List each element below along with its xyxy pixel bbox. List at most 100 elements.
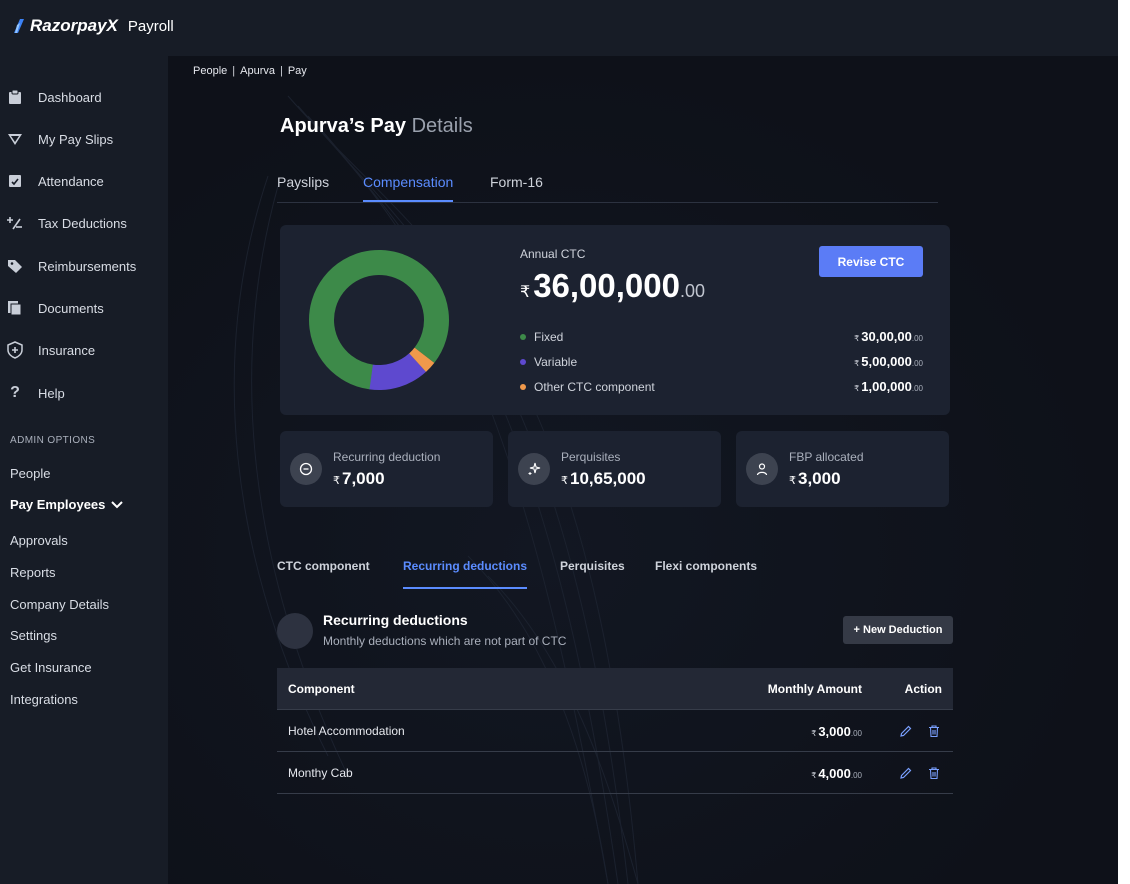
sidebar-item-documents[interactable]: Documents: [0, 293, 168, 323]
breadcrumb-people[interactable]: People: [193, 65, 227, 77]
sidebar-item-label: Tax Deductions: [38, 215, 127, 231]
page-title-strong: Apurva’s Pay: [280, 115, 406, 137]
sidebar-item-label: Insurance: [38, 342, 96, 358]
sidebar-item-label: Attendance: [38, 173, 104, 189]
annual-ctc-card: Annual CTC ₹ 36,00,000 .00 Revise CTC Fi…: [280, 225, 950, 415]
section-title: Recurring deductions: [323, 612, 468, 628]
annual-ctc-decimals: .00: [680, 281, 706, 301]
admin-item-approvals[interactable]: Approvals: [10, 533, 68, 548]
annual-ctc-value: 36,00,000: [533, 267, 680, 304]
stat-fbp-allocated: FBP allocated ₹3,000: [736, 431, 949, 507]
breadcrumb-apurva[interactable]: Apurva: [240, 65, 275, 77]
table-row: Hotel Accommodation ₹3,000.00: [277, 710, 953, 752]
legend-label: Other CTC component: [534, 380, 655, 394]
stat-label: Perquisites: [561, 450, 621, 464]
admin-item-integrations[interactable]: Integrations: [10, 692, 78, 707]
shield-plus-icon: [6, 341, 24, 359]
stat-perquisites: Perquisites ₹10,65,000: [508, 431, 721, 507]
question-icon: ?: [10, 384, 20, 401]
sidebar-item-attendance[interactable]: Attendance: [0, 166, 168, 196]
main-tabs: Payslips Compensation Form-16: [277, 169, 938, 203]
admin-item-reports[interactable]: Reports: [10, 565, 56, 580]
column-monthly-amount: Monthly Amount: [767, 682, 862, 696]
row-component: Hotel Accommodation: [288, 724, 405, 738]
sidebar-item-help[interactable]: ? Help: [0, 378, 168, 408]
sidebar-item-label: Reimbursements: [38, 258, 137, 274]
tab-compensation[interactable]: Compensation: [363, 174, 454, 202]
legend-dot: [520, 334, 526, 340]
sidebar: Dashboard My Pay Slips Attendance Tax De…: [0, 56, 168, 884]
section-avatar: [277, 613, 313, 649]
legend-label: Fixed: [534, 330, 564, 344]
calendar-check-icon: [6, 172, 24, 190]
razorpay-mark-icon: [14, 19, 24, 33]
sidebar-item-label: Help: [38, 385, 65, 401]
legend-value: ₹30,00,00.00: [854, 329, 923, 344]
admin-options-heading: ADMIN OPTIONS: [10, 435, 96, 446]
subtab-flexi-components[interactable]: Flexi components: [655, 559, 757, 587]
clipboard-icon: [6, 88, 24, 106]
page-title: Apurva’s Pay Details: [280, 115, 473, 138]
sidebar-item-insurance[interactable]: Insurance: [0, 335, 168, 365]
sidebar-item-tax-deductions[interactable]: Tax Deductions: [0, 208, 168, 238]
annual-ctc-amount: ₹ 36,00,000 .00: [520, 267, 705, 305]
delete-icon[interactable]: [926, 765, 942, 781]
compensation-subtabs: CTC component Recurring deductions Perqu…: [277, 552, 877, 590]
admin-item-company-details[interactable]: Company Details: [10, 597, 109, 612]
stat-value: ₹10,65,000: [561, 469, 646, 488]
edit-icon[interactable]: [898, 723, 914, 739]
stat-value: ₹7,000: [333, 469, 385, 488]
table-row: Monthy Cab ₹4,000.00: [277, 752, 953, 794]
sidebar-item-label: Documents: [38, 300, 104, 316]
currency-symbol: ₹: [520, 284, 531, 301]
person-icon: [746, 453, 778, 485]
tab-payslips[interactable]: Payslips: [277, 174, 329, 200]
table-header: Component Monthly Amount Action: [277, 668, 953, 710]
column-component: Component: [288, 682, 355, 696]
deductions-table: Component Monthly Amount Action Hotel Ac…: [277, 668, 953, 794]
legend-value: ₹5,00,000.00: [854, 354, 923, 369]
admin-item-settings[interactable]: Settings: [10, 628, 57, 643]
sidebar-item-my-pay-slips[interactable]: My Pay Slips: [0, 124, 168, 154]
stat-value: ₹3,000: [789, 469, 841, 488]
admin-item-people[interactable]: People: [10, 466, 50, 481]
brand-name: RazorpayX: [30, 16, 118, 35]
row-amount: ₹4,000.00: [811, 766, 862, 781]
legend-dot: [520, 359, 526, 365]
delete-icon[interactable]: [926, 723, 942, 739]
admin-item-pay-employees[interactable]: Pay Employees: [10, 497, 124, 512]
subtab-ctc-component[interactable]: CTC component: [277, 559, 370, 587]
revise-ctc-button[interactable]: Revise CTC: [819, 246, 923, 277]
main-content: People | Apurva | Pay Apurva’s Pay Detai…: [168, 56, 1118, 884]
tag-icon: [6, 257, 24, 275]
column-action: Action: [904, 682, 942, 696]
annual-ctc-label: Annual CTC: [520, 247, 586, 261]
breadcrumb-pay[interactable]: Pay: [288, 65, 307, 77]
app-logo[interactable]: RazorpayX Payroll: [14, 16, 174, 36]
row-amount: ₹3,000.00: [811, 724, 862, 739]
stat-recurring-deduction: Recurring deduction ₹7,000: [280, 431, 493, 507]
admin-item-get-insurance[interactable]: Get Insurance: [10, 660, 92, 675]
new-deduction-button[interactable]: + New Deduction: [843, 616, 953, 644]
legend-label: Variable: [534, 355, 578, 369]
window-edge: [1118, 0, 1130, 884]
legend-value: ₹1,00,000.00: [854, 379, 923, 394]
section-subtitle: Monthly deductions which are not part of…: [323, 634, 567, 648]
breadcrumb-separator: |: [279, 65, 283, 77]
sidebar-item-label: My Pay Slips: [38, 131, 114, 147]
subtab-perquisites[interactable]: Perquisites: [560, 559, 625, 587]
sidebar-item-dashboard[interactable]: Dashboard: [0, 82, 168, 112]
paper-plane-icon: [6, 130, 24, 148]
minus-circle-icon: [290, 453, 322, 485]
stat-label: FBP allocated: [789, 450, 864, 464]
top-bar: RazorpayX Payroll: [0, 0, 1118, 56]
page-title-light: Details: [411, 115, 473, 137]
subtab-recurring-deductions[interactable]: Recurring deductions: [403, 559, 528, 589]
edit-icon[interactable]: [898, 765, 914, 781]
sidebar-item-reimbursements[interactable]: Reimbursements: [0, 251, 168, 281]
legend-fixed: Fixed ₹30,00,00.00: [520, 329, 923, 345]
tab-form-16[interactable]: Form-16: [490, 174, 543, 200]
legend-other: Other CTC component ₹1,00,000.00: [520, 379, 923, 395]
admin-item-label: Pay Employees: [10, 497, 106, 512]
legend-variable: Variable ₹5,00,000.00: [520, 354, 923, 370]
